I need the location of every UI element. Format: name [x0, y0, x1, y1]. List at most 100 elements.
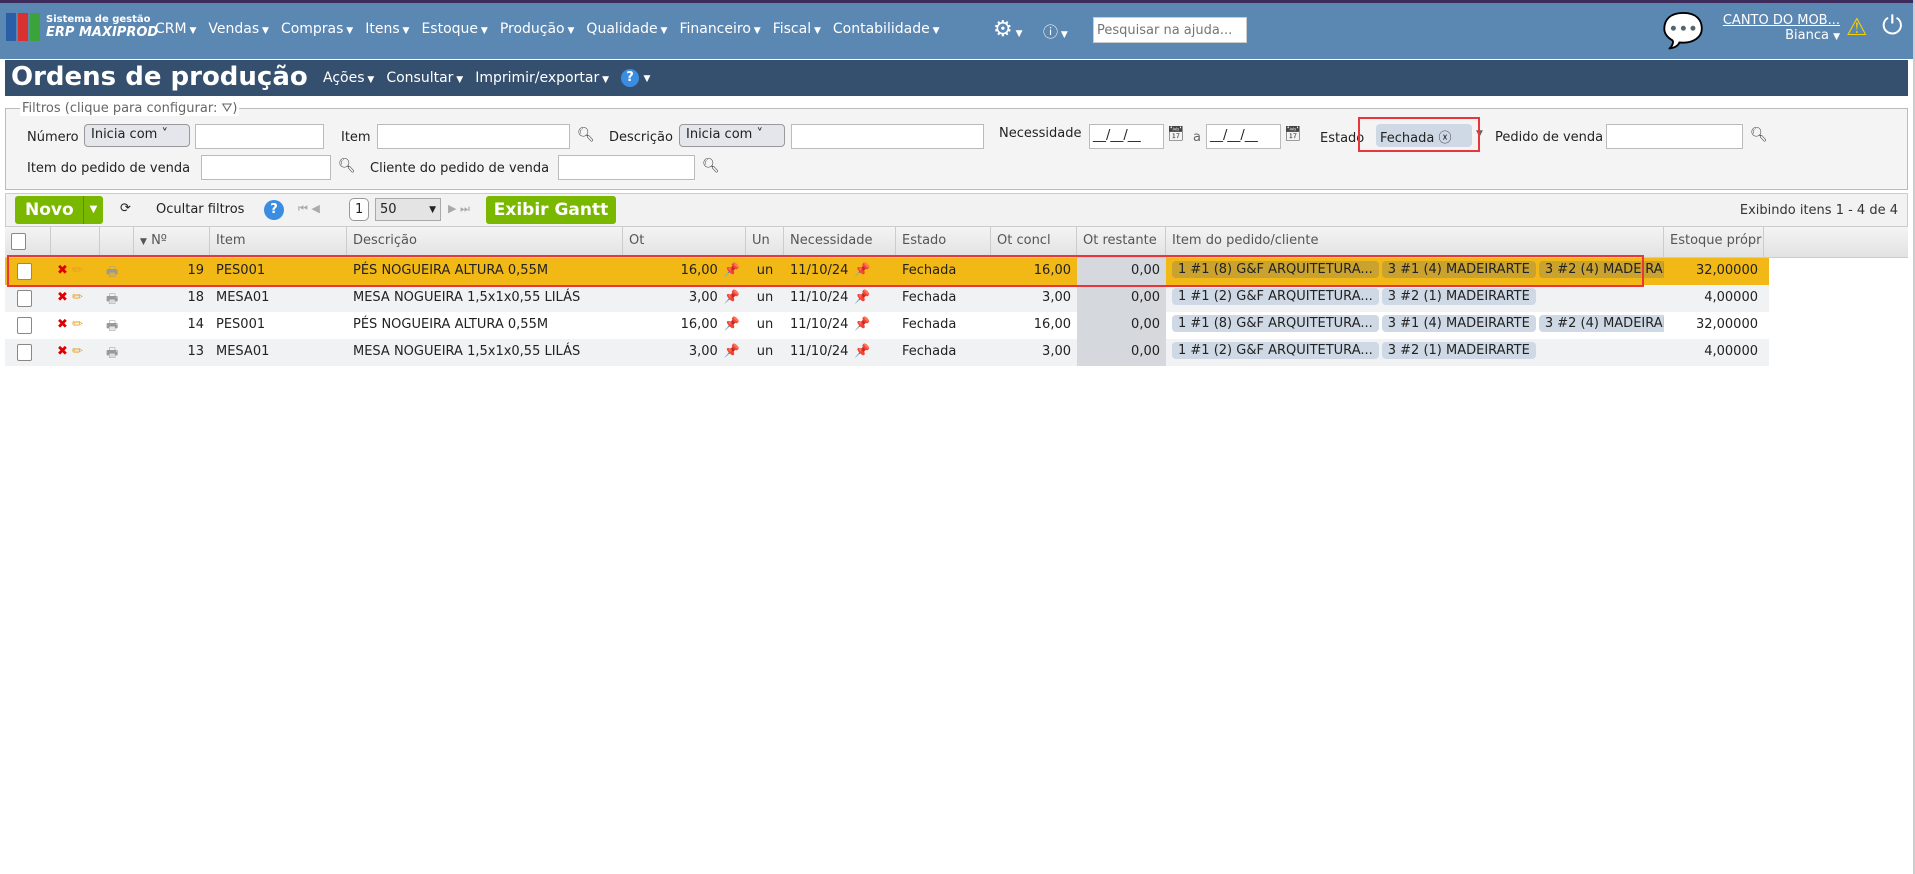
column-header[interactable]: Ot restante — [1077, 227, 1166, 257]
search-icon[interactable]: 🔍︎ — [702, 158, 720, 174]
order-tag[interactable]: 3 #2 (1) MADEIRARTE — [1381, 342, 1536, 359]
order-tag[interactable]: 1 #1 (8) G&F ARQUITETURA... — [1172, 315, 1379, 332]
pin-icon[interactable]: 📌 — [854, 290, 870, 305]
cell-estado: Fechada — [902, 290, 957, 305]
nav-menu-estoque[interactable]: Estoque — [421, 21, 487, 37]
logo[interactable]: Sistema de gestão ERP MAXIPROD — [6, 13, 158, 41]
gear-icon[interactable]: ⚙ ▼ — [993, 17, 1023, 42]
print-icon[interactable]: 🖶 — [100, 339, 134, 366]
cliente-pedido-input[interactable] — [558, 155, 695, 180]
nav-menu-produção[interactable]: Produção — [500, 21, 575, 37]
nav-menu-financeiro[interactable]: Financeiro — [679, 21, 760, 37]
title-menu-2[interactable]: Imprimir/exportar — [475, 70, 609, 86]
novo-dropdown-icon[interactable]: ▼ — [83, 196, 103, 224]
grid-toolbar: Novo ▼ ⟳ Ocultar filtros ? ⏮ ◀ 1 50 ▼ ▶ ⏭ … — [5, 193, 1908, 227]
user-menu[interactable]: Bianca ▼ — [1785, 28, 1840, 43]
nav-menu-compras[interactable]: Compras — [281, 21, 353, 37]
descricao-label: Descrição — [609, 130, 673, 145]
next-page-icon[interactable]: ▶ ⏭ — [448, 202, 470, 216]
help-menu[interactable]: ? ▼ — [621, 69, 650, 87]
date-from-input[interactable]: __/__/__ — [1089, 124, 1164, 149]
calendar-icon[interactable]: 📅︎ — [1284, 126, 1302, 142]
filters-legend[interactable]: Filtros (clique para configurar: ⛛) — [20, 101, 240, 116]
cell-ot-concl: 3,00 — [1042, 344, 1071, 359]
title-menu-0[interactable]: Ações — [323, 70, 374, 86]
select-all[interactable] — [5, 227, 51, 257]
numero-operator-select[interactable]: Inicia com ˅ — [84, 124, 190, 147]
nav-menu-contabilidade[interactable]: Contabilidade — [833, 21, 940, 37]
descricao-operator-select[interactable]: Inicia com ˅ — [679, 124, 785, 147]
pin-icon[interactable]: 📌 — [724, 317, 740, 332]
descricao-input[interactable] — [791, 124, 984, 149]
help-icon[interactable]: ⓘ ▼ — [1043, 21, 1068, 42]
row-checkbox[interactable] — [5, 312, 51, 339]
item-pedido-input[interactable] — [201, 155, 331, 180]
pin-icon[interactable]: 📌 — [724, 290, 740, 305]
title-menu-1[interactable]: Consultar — [386, 70, 463, 86]
page-input[interactable]: 1 — [349, 198, 370, 221]
nav-menu-crm[interactable]: CRM — [155, 21, 196, 37]
date-to-input[interactable]: __/__/__ — [1206, 124, 1281, 149]
chat-icon[interactable]: 💬 — [1662, 11, 1704, 51]
pin-icon[interactable]: 📌 — [724, 344, 740, 359]
nav-menu-qualidade[interactable]: Qualidade — [586, 21, 667, 37]
order-tag[interactable]: 1 #1 (2) G&F ARQUITETURA... — [1172, 288, 1379, 305]
column-header[interactable]: Descrição — [347, 227, 623, 257]
nav-menu-fiscal[interactable]: Fiscal — [773, 21, 821, 37]
warning-icon[interactable]: ⚠ — [1846, 13, 1868, 41]
order-tag[interactable]: 3 #1 (4) MADEIRARTE — [1381, 315, 1536, 332]
print-icon[interactable]: 🖶 — [100, 312, 134, 339]
pin-icon[interactable]: 📌 — [854, 317, 870, 332]
pin-icon[interactable]: 📌 — [854, 344, 870, 359]
delete-icon[interactable]: ✖ — [57, 344, 68, 359]
novo-button[interactable]: Novo ▼ — [15, 196, 103, 224]
column-header[interactable]: Estado — [896, 227, 991, 257]
column-header[interactable]: Un — [746, 227, 784, 257]
item-input[interactable] — [377, 124, 570, 149]
edit-icon[interactable]: ✏ — [72, 317, 83, 332]
print-icon[interactable]: 🖶 — [100, 285, 134, 312]
cell-item: PES001 — [216, 317, 266, 332]
delete-icon[interactable]: ✖ — [57, 317, 68, 332]
cell-unit: un — [756, 317, 774, 332]
column-header[interactable]: ▼ Nº — [134, 227, 210, 257]
company-link[interactable]: CANTO DO MOB... — [1715, 13, 1840, 28]
ocultar-filtros-button[interactable]: Ocultar filtros — [156, 202, 244, 217]
search-icon[interactable]: 🔍︎ — [577, 127, 595, 143]
column-header[interactable]: Necessidade — [784, 227, 896, 257]
page-size-select[interactable]: 50 ▼ — [375, 198, 441, 221]
cell-estoque: 32,00000 — [1695, 263, 1758, 278]
column-header[interactable]: Item do pedido/cliente — [1166, 227, 1664, 257]
first-page-icon[interactable]: ⏮ ◀ — [298, 202, 320, 216]
grid-header: ▼ Nº Item Descrição Ot Un Necessidade Estado Ot… — [5, 227, 1908, 258]
exibir-gantt-button[interactable]: Exibir Gantt — [486, 196, 616, 224]
numero-input[interactable] — [195, 124, 324, 149]
edit-icon[interactable]: ✏ — [72, 344, 83, 359]
nav-menu-vendas[interactable]: Vendas — [208, 21, 269, 37]
column-header[interactable]: Ot concl — [991, 227, 1077, 257]
order-tag[interactable]: 3 #2 (1) MADEIRARTE — [1381, 288, 1536, 305]
delete-icon[interactable]: ✖ — [57, 290, 68, 305]
cell-estoque: 32,00000 — [1695, 317, 1758, 332]
main-nav: Sistema de gestãoERP MAXIPROD CRM Vendas C… — [0, 3, 1913, 59]
column-header[interactable]: Item — [210, 227, 347, 257]
refresh-icon[interactable]: ⟳ — [120, 201, 131, 216]
calendar-icon[interactable]: 📅︎ — [1167, 126, 1185, 142]
table-row[interactable]: ✖ ✏ 🖶 13 MESA01 MESA NOGUEIRA 1,5x1x0,55… — [5, 339, 1769, 366]
column-header[interactable]: Ot — [623, 227, 746, 257]
order-tag[interactable]: 3 #2 (4) MADEIRARTE — [1538, 315, 1664, 332]
pedido-input[interactable] — [1606, 124, 1743, 149]
help-search-input[interactable] — [1093, 17, 1247, 43]
row-checkbox[interactable] — [5, 339, 51, 366]
row-checkbox[interactable] — [5, 285, 51, 312]
table-row[interactable]: ✖ ✏ 🖶 18 MESA01 MESA NOGUEIRA 1,5x1x0,55… — [5, 285, 1769, 312]
edit-icon[interactable]: ✏ — [72, 290, 83, 305]
search-icon[interactable]: 🔍︎ — [338, 158, 356, 174]
order-tag[interactable]: 1 #1 (2) G&F ARQUITETURA... — [1172, 342, 1379, 359]
help-icon[interactable]: ? — [264, 200, 284, 220]
nav-menu-itens[interactable]: Itens — [365, 21, 409, 37]
column-header[interactable]: Estoque própr — [1664, 227, 1764, 257]
power-icon[interactable]: ⏻ — [1882, 11, 1903, 42]
search-icon[interactable]: 🔍︎ — [1750, 127, 1768, 143]
table-row[interactable]: ✖ ✏ 🖶 14 PES001 PÉS NOGUEIRA ALTURA 0,55… — [5, 312, 1769, 339]
